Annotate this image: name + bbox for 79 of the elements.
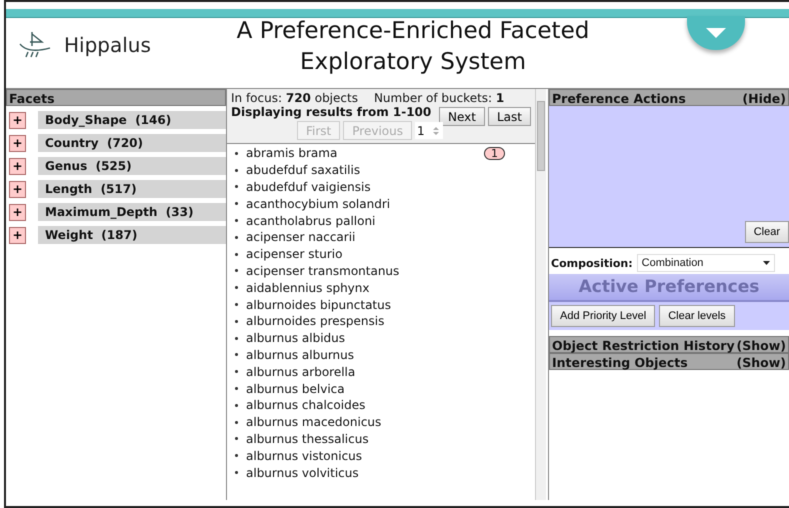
bullet-icon [235,168,238,172]
bullet-icon [235,320,238,323]
page-spinner[interactable]: 1 [414,122,443,139]
facet-item[interactable]: Maximum_Depth (33) [38,203,226,221]
bullet-icon [235,269,238,272]
count-badge: 1 [484,146,505,160]
hide-link[interactable]: (Hide) [742,91,786,104]
show-link[interactable]: (Show) [736,338,786,351]
section-heading[interactable]: Object Restriction History [552,338,735,351]
result-item[interactable]: acipenser transmontanus [246,264,400,278]
bullet-icon [235,236,238,239]
triangle-down-icon [704,27,728,39]
result-item[interactable]: alburnus chalcoides [246,398,366,412]
show-link[interactable]: (Show) [736,355,786,368]
bullet-icon [235,303,238,306]
clear-button[interactable]: Clear [744,221,789,243]
result-item[interactable]: acanthocybium solandri [246,196,390,211]
result-item[interactable]: alburnus vistonicus [246,448,362,463]
result-item[interactable]: alburnus alburnus [246,348,354,362]
range-text: Displaying results from 1-100 [231,105,432,119]
bullet-icon [235,370,238,374]
expand-button[interactable]: + [9,112,26,128]
result-item[interactable]: abudefduf vaigiensis [246,180,371,194]
bullet-icon [235,152,238,155]
bullet-icon [235,219,238,222]
bullet-icon [235,202,238,206]
bullet-icon [235,185,238,188]
bullet-icon [235,437,238,440]
facet-item[interactable]: Weight (187) [38,226,226,244]
facet-item[interactable]: Genus (525) [38,157,226,175]
composition-label: Composition: [551,256,633,270]
composition-select[interactable]: Combination [636,254,775,272]
facet-item[interactable]: Country (720) [38,134,226,152]
bullet-icon [235,420,238,424]
level-button[interactable]: Clear levels [659,305,735,327]
level-button[interactable]: Add Priority Level [551,305,656,327]
caret-icon [763,261,770,265]
bullet-icon [235,353,238,356]
scrollbar[interactable] [535,89,546,500]
spinner-arrows-icon [430,124,441,136]
result-item[interactable]: acantholabrus palloni [246,214,376,228]
bullet-icon [235,336,238,340]
result-item[interactable]: alburnus belvica [246,382,345,396]
result-item[interactable]: alburnus macedonicus [246,415,382,430]
logo-text: Hippalus [64,33,151,57]
expand-button[interactable]: + [9,204,26,220]
facets-heading: Facets [6,89,226,106]
pager-button[interactable]: Last [488,107,531,126]
expand-button[interactable]: + [9,180,26,198]
result-item[interactable]: alburnoides bipunctatus [246,298,391,312]
bullet-icon [235,252,238,256]
preference-actions-heading: Preference Actions [552,91,686,104]
pager-button[interactable]: Next [439,107,485,126]
header-menu-button[interactable] [687,16,745,50]
bullet-icon [235,387,238,390]
result-item[interactable]: abudefduf saxatilis [246,163,360,178]
result-item[interactable]: alburnus albidus [246,331,346,346]
result-item[interactable]: alburnus arborella [246,364,356,379]
section-heading[interactable]: Interesting Objects [552,355,688,368]
result-item[interactable]: aidablennius sphynx [246,280,370,295]
page-title: A Preference-Enriched Faceted Exploratory System [236,17,590,77]
facet-item[interactable]: Length (517) [38,180,226,198]
result-item[interactable]: alburnus volviticus [246,466,359,480]
expand-button[interactable]: + [9,158,26,174]
result-item[interactable]: acipenser sturio [246,247,342,262]
active-preferences-heading: Active Preferences [549,274,789,302]
bullet-icon [235,471,238,474]
expand-button[interactable]: + [9,226,26,244]
facet-item[interactable]: Body_Shape (146) [38,111,226,129]
buckets-text: Number of buckets: 1 [374,91,504,105]
bullet-icon [235,404,238,407]
bullet-icon [235,454,238,458]
result-item[interactable]: alburnoides prespensis [246,314,384,328]
result-item[interactable]: alburnus thessalicus [246,432,369,446]
expand-button[interactable]: + [9,134,26,152]
focus-text: In focus: 720 objects [231,91,358,105]
result-item[interactable]: acipenser naccarii [246,230,356,244]
bullet-icon [235,286,238,290]
result-item[interactable]: abramis brama [246,146,338,160]
